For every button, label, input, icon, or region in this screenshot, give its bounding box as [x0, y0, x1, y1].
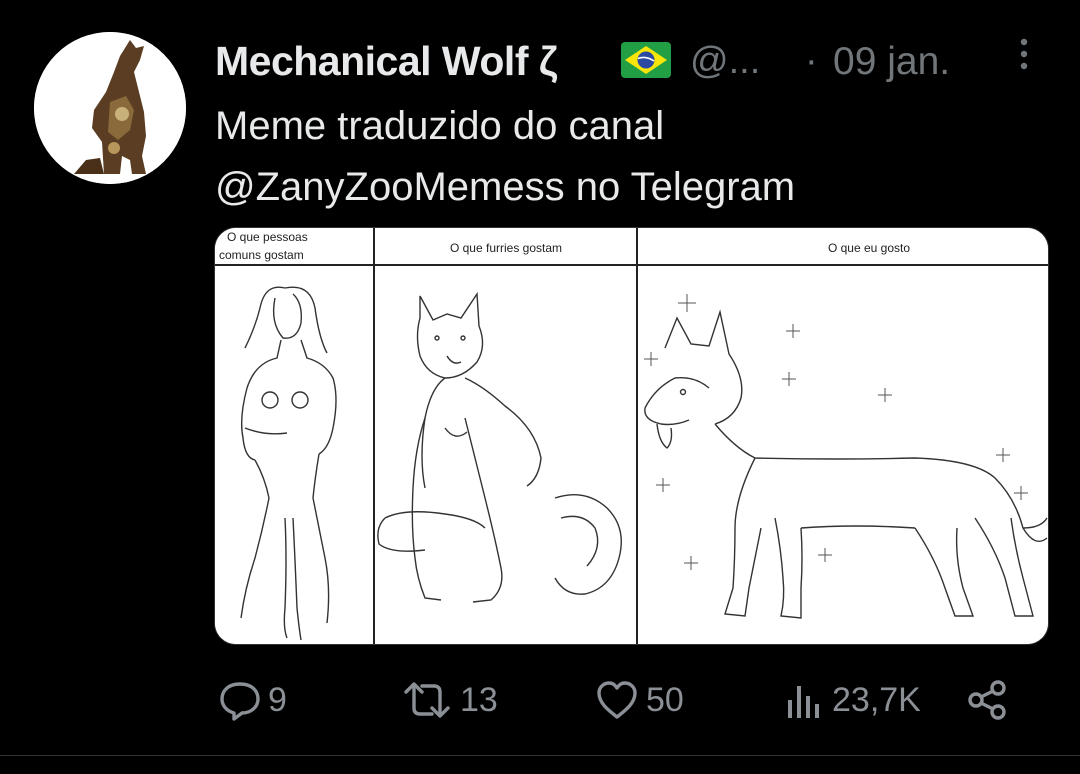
tweet-text: Meme traduzido do canal @ZanyZooMemess n… [215, 96, 1035, 218]
like-count: 50 [646, 680, 684, 719]
tweet-divider [0, 755, 1080, 756]
author-display-name[interactable]: Mechanical Wolf ζ [215, 38, 558, 85]
howling-wolf-avatar-image [34, 32, 186, 184]
views-count: 23,7K [832, 680, 921, 719]
panel-caption: O que pessoas [227, 230, 308, 244]
share-button[interactable] [966, 670, 1010, 730]
like-button[interactable]: 50 [594, 670, 684, 730]
retweet-count: 13 [460, 680, 498, 719]
panel-caption: comuns gostam [219, 248, 304, 262]
tweet-actions: 9 13 50 23,7K [0, 670, 1080, 730]
panel-caption: O que eu gosto [828, 241, 910, 255]
author-avatar[interactable] [34, 32, 186, 184]
tweet-text-line[interactable]: @ZanyZooMemess no Telegram [215, 157, 1035, 218]
retweet-button[interactable]: 13 [400, 670, 498, 730]
views-button[interactable]: 23,7K [782, 670, 921, 730]
meme-image: O que pessoas comuns gostam O que furrie… [215, 228, 1048, 644]
retweet-icon [400, 678, 454, 722]
more-options-icon[interactable] [1009, 36, 1039, 76]
reply-button[interactable]: 9 [218, 670, 287, 730]
share-icon [966, 678, 1010, 722]
reply-icon [218, 678, 262, 722]
tweet-media[interactable]: O que pessoas comuns gostam O que furrie… [214, 227, 1049, 645]
panel-caption: O que furries gostam [450, 241, 562, 255]
separator-dot: · [805, 40, 818, 82]
author-handle[interactable]: @... [690, 40, 760, 83]
heart-icon [594, 678, 640, 722]
tweet-header: Mechanical Wolf ζ @... · 09 jan. [215, 34, 1055, 94]
tweet-text-line: Meme traduzido do canal [215, 104, 665, 148]
reply-count: 9 [268, 680, 287, 719]
views-icon [782, 678, 826, 722]
brazil-flag-icon [621, 42, 671, 78]
tweet-date[interactable]: 09 jan. [833, 40, 950, 84]
